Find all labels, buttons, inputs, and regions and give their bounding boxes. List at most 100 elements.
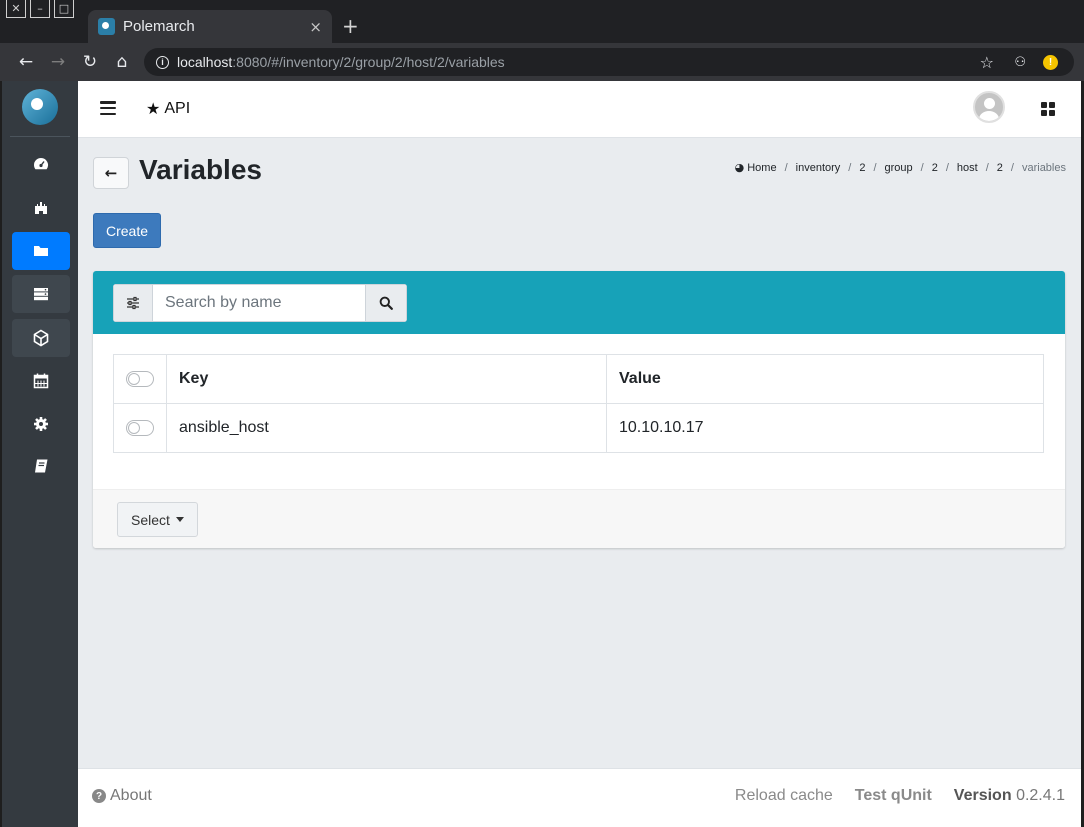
hosts-icon	[34, 288, 48, 301]
projects-icon	[35, 202, 47, 214]
page-footer: ? About Reload cache Test qUnit Version …	[78, 768, 1081, 827]
select-label: Select	[131, 511, 170, 528]
breadcrumb-item-home[interactable]: Home	[747, 162, 776, 174]
breadcrumb-separator: /	[920, 161, 924, 174]
sidebar-item-hosts[interactable]	[12, 275, 70, 313]
calendar-icon	[33, 373, 49, 389]
column-header-value[interactable]: Value	[606, 354, 1044, 404]
hamburger-menu-icon[interactable]	[100, 101, 116, 115]
polemarch-favicon-icon	[98, 18, 115, 35]
browser-toolbar: ← → ↻ ⌂ i localhost:8080/#/inventory/2/g…	[0, 43, 1084, 81]
row-select-cell	[113, 403, 167, 453]
site-info-icon[interactable]: i	[156, 55, 169, 69]
breadcrumb-item-host-id[interactable]: 2	[997, 162, 1003, 174]
user-avatar[interactable]	[973, 91, 1005, 123]
forward-arrow-icon[interactable]: →	[42, 52, 74, 72]
window-maximize-icon[interactable]: □	[54, 0, 74, 18]
docs-icon	[35, 459, 48, 473]
main-content: ★ API ← Variables ◕ Home / inventory / 2…	[78, 81, 1081, 827]
breadcrumb-separator: /	[985, 161, 989, 174]
dashboard-icon: ◕	[734, 161, 745, 174]
select-all-toggle[interactable]	[126, 371, 154, 387]
api-link[interactable]: ★ API	[146, 99, 190, 118]
question-circle-icon: ?	[92, 789, 106, 803]
filter-button[interactable]	[113, 284, 153, 322]
back-arrow-icon[interactable]: ←	[10, 52, 42, 72]
sidebar-item-projects[interactable]	[12, 188, 70, 226]
sidebar	[2, 81, 78, 827]
new-tab-button[interactable]: +	[342, 14, 359, 38]
url-path: :8080/#/inventory/2/group/2/host/2/varia…	[232, 54, 505, 70]
arrow-left-icon: ←	[104, 164, 118, 182]
card-footer: Select	[93, 489, 1065, 548]
version-label: Version	[953, 787, 1012, 804]
dashboard-icon	[34, 158, 48, 170]
browser-tabbar: ✕ – □ Polemarch × +	[0, 0, 1084, 43]
breadcrumb-separator: /	[784, 161, 788, 174]
breadcrumb: ◕ Home / inventory / 2 / group / 2 / hos…	[735, 161, 1066, 174]
bookmark-star-icon[interactable]: ☆	[980, 53, 994, 72]
address-bar[interactable]: i localhost:8080/#/inventory/2/group/2/h…	[144, 48, 1074, 76]
settings-icon	[34, 417, 48, 431]
templates-icon	[33, 329, 49, 347]
home-icon[interactable]: ⌂	[106, 52, 138, 72]
reload-cache-link[interactable]: Reload cache	[735, 787, 833, 805]
breadcrumb-separator: /	[1010, 161, 1014, 174]
row-key[interactable]: ansible_host	[166, 403, 607, 453]
row-select-toggle[interactable]	[126, 420, 154, 436]
footer-links: Reload cache Test qUnit Version 0.2.4.1	[735, 787, 1065, 805]
caret-down-icon	[175, 517, 184, 522]
window-minimize-icon[interactable]: –	[30, 0, 50, 18]
breadcrumb-separator: /	[945, 161, 949, 174]
sidebar-item-settings[interactable]	[12, 405, 70, 443]
breadcrumb-item-group-id[interactable]: 2	[932, 162, 938, 174]
sidebar-item-templates[interactable]	[12, 319, 70, 357]
version-info: Version 0.2.4.1	[954, 787, 1065, 805]
create-button[interactable]: Create	[93, 213, 161, 248]
about-link[interactable]: ? About	[92, 787, 152, 805]
breadcrumb-item-inventory-id[interactable]: 2	[859, 162, 865, 174]
sidebar-divider	[10, 136, 70, 137]
window-controls: ✕ – □	[6, 0, 74, 18]
browser-tab[interactable]: Polemarch ×	[88, 10, 332, 43]
search-icon	[379, 296, 393, 310]
reload-icon[interactable]: ↻	[74, 52, 106, 72]
variables-card: Key Value ansible_host 10.10.10.17 Selec…	[93, 271, 1065, 548]
sidebar-item-inventory[interactable]	[12, 232, 70, 270]
variables-table: Key Value ansible_host 10.10.10.17	[113, 354, 1044, 453]
row-value[interactable]: 10.10.10.17	[606, 403, 1044, 453]
search-input[interactable]	[153, 284, 366, 322]
page-title: Variables	[139, 154, 262, 185]
back-button[interactable]: ←	[93, 157, 129, 189]
sidebar-item-calendar[interactable]	[12, 362, 70, 400]
breadcrumb-item-host[interactable]: host	[957, 162, 978, 174]
table-row[interactable]: ansible_host 10.10.10.17	[113, 403, 1044, 453]
sidebar-item-dashboard[interactable]	[12, 145, 70, 183]
extension-icon[interactable]: !	[1043, 54, 1058, 70]
version-number: 0.2.4.1	[1016, 787, 1065, 804]
test-qunit-link[interactable]: Test qUnit	[855, 787, 932, 805]
app-viewport: ★ API ← Variables ◕ Home / inventory / 2…	[2, 81, 1081, 827]
api-label: API	[164, 99, 191, 117]
polemarch-logo[interactable]	[22, 89, 58, 125]
card-header	[93, 271, 1065, 334]
table-header-row: Key Value	[113, 354, 1044, 404]
tab-title: Polemarch	[123, 18, 195, 35]
tab-close-icon[interactable]: ×	[309, 18, 322, 36]
breadcrumb-separator: /	[873, 161, 877, 174]
apps-grid-icon[interactable]	[1041, 102, 1055, 116]
about-label: About	[110, 787, 152, 804]
column-header-key[interactable]: Key	[166, 354, 607, 404]
url-host: localhost	[177, 54, 233, 70]
incognito-icon: ⚇	[1014, 54, 1026, 70]
top-navbar: ★ API	[78, 81, 1081, 138]
window-close-icon[interactable]: ✕	[6, 0, 26, 18]
breadcrumb-separator: /	[848, 161, 852, 174]
breadcrumb-item-inventory[interactable]: inventory	[796, 162, 841, 174]
breadcrumb-item-group[interactable]: group	[885, 162, 913, 174]
select-dropdown-button[interactable]: Select	[117, 502, 198, 537]
sliders-icon	[127, 296, 139, 310]
search-button[interactable]	[366, 284, 407, 322]
sidebar-item-docs[interactable]	[12, 447, 70, 485]
star-icon: ★	[146, 99, 161, 118]
